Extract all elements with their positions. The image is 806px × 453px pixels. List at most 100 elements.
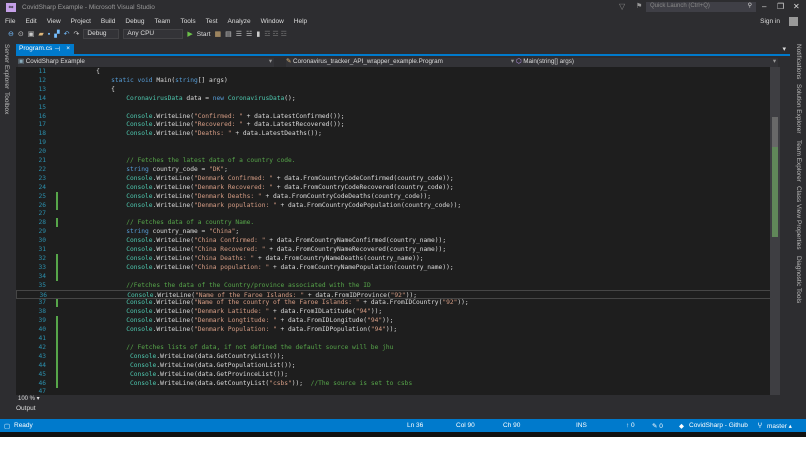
- zoom-level[interactable]: 100 %: [18, 396, 35, 402]
- menu-test[interactable]: Test: [201, 18, 223, 25]
- close-tab-icon[interactable]: ×: [66, 45, 70, 52]
- notifications-tab[interactable]: Notifications: [795, 44, 802, 79]
- filter-icon[interactable]: ▽: [619, 2, 625, 11]
- menu-team[interactable]: Team: [150, 18, 176, 25]
- code-line[interactable]: 12 static void Main(string[] args): [16, 76, 780, 85]
- code-line[interactable]: 26 Console.WriteLine("Denmark population…: [16, 200, 780, 210]
- code-line[interactable]: 25 Console.WriteLine("Denmark Deaths: " …: [16, 191, 780, 201]
- save-icon[interactable]: ▪: [48, 31, 50, 38]
- undo-icon[interactable]: ↶: [64, 30, 70, 38]
- class-dropdown[interactable]: ✎ Coronavirus_tracker_API_wrapper_exampl…: [286, 58, 516, 67]
- code-line[interactable]: 34: [16, 271, 780, 281]
- forward-icon[interactable]: ⊙: [18, 30, 24, 38]
- save-all-icon[interactable]: ▞: [54, 30, 59, 38]
- code-line[interactable]: 31 Console.WriteLine("China Recovered: "…: [16, 245, 780, 254]
- code-line[interactable]: 21 // Fetches the latest data of a count…: [16, 156, 780, 165]
- code-line[interactable]: 45 Console.WriteLine(data.GetProvinceLis…: [16, 369, 780, 379]
- pin-icon[interactable]: ⊣: [54, 45, 60, 53]
- code-line[interactable]: 29 string country_name = "China";: [16, 227, 780, 236]
- account-icon[interactable]: [789, 17, 798, 26]
- sign-in-link[interactable]: Sign in: [760, 18, 780, 25]
- code-line[interactable]: 24 Console.WriteLine("Denmark Recovered:…: [16, 183, 780, 192]
- code-line[interactable]: 15: [16, 103, 780, 112]
- code-line[interactable]: 28 // Fetches data of a country Name.: [16, 218, 780, 228]
- class-view-tab[interactable]: Class View: [795, 186, 802, 218]
- output-tab[interactable]: Output: [16, 405, 36, 412]
- menu-edit[interactable]: Edit: [20, 18, 41, 25]
- code-line[interactable]: 20: [16, 147, 780, 156]
- code-line[interactable]: 14 CoronavirusData data = new Coronaviru…: [16, 94, 780, 103]
- member-dropdown[interactable]: ⬡ Main(string[] args) ▾: [516, 58, 778, 67]
- format-icon[interactable]: ▤: [225, 30, 232, 38]
- redo-icon[interactable]: ↷: [74, 30, 80, 38]
- comment-icon[interactable]: ☰: [236, 30, 242, 38]
- menu-analyze[interactable]: Analyze: [223, 18, 256, 25]
- menu-build[interactable]: Build: [96, 18, 120, 25]
- tab-program-cs[interactable]: Program.cs ⊣ ×: [16, 44, 74, 55]
- code-line[interactable]: 18 Console.WriteLine("Deaths: " + data.L…: [16, 129, 780, 138]
- team-explorer-tab[interactable]: Team Explorer: [795, 140, 802, 182]
- restore-button[interactable]: ❐: [777, 2, 784, 11]
- code-line[interactable]: 43 Console.WriteLine(data.GetCountryList…: [16, 351, 780, 361]
- code-line[interactable]: 38 Console.WriteLine("Denmark Latitude: …: [16, 307, 780, 316]
- back-icon[interactable]: ⊖: [8, 30, 14, 38]
- code-line[interactable]: 41: [16, 334, 780, 343]
- browse-icon[interactable]: ▦: [215, 30, 222, 38]
- pending-changes[interactable]: ✎ 0: [652, 422, 663, 430]
- code-line[interactable]: 44 Console.WriteLine(data.GetPopulationL…: [16, 360, 780, 370]
- code-line[interactable]: 27: [16, 209, 780, 218]
- quick-launch-input[interactable]: Quick Launch (Ctrl+Q) ⚲: [646, 2, 756, 12]
- project-dropdown[interactable]: ▣ CovidSharp Example ▾: [18, 58, 274, 67]
- code-line[interactable]: 37 Console.WriteLine("Name of the countr…: [16, 298, 780, 308]
- code-line[interactable]: 42 // Fetches lists of data, if not defi…: [16, 342, 780, 352]
- code-line[interactable]: 47: [16, 387, 780, 395]
- quick-launch-placeholder: Quick Launch (Ctrl+Q): [650, 3, 710, 9]
- menu-tools[interactable]: Tools: [175, 18, 200, 25]
- vertical-scrollbar[interactable]: [770, 67, 780, 395]
- branch-name[interactable]: master ▴: [767, 422, 792, 430]
- configuration-select[interactable]: Debug: [83, 29, 120, 39]
- toolbox-tab[interactable]: Toolbox: [3, 92, 10, 114]
- open-icon[interactable]: ▰: [38, 30, 43, 38]
- code-line[interactable]: 17 Console.WriteLine("Recovered: " + dat…: [16, 120, 780, 129]
- bookmark-nav-icon[interactable]: ☲ ☲ ☲: [264, 30, 287, 38]
- code-line[interactable]: 35 //Fetches the data of the Country/pro…: [16, 281, 780, 290]
- code-line[interactable]: 22 string country_code = "DK";: [16, 165, 780, 174]
- code-line[interactable]: 33 Console.WriteLine("China population: …: [16, 262, 780, 272]
- menu-window[interactable]: Window: [256, 18, 289, 25]
- code-line[interactable]: 23 Console.WriteLine("Denmark Confirmed:…: [16, 174, 780, 183]
- start-icon[interactable]: ▶: [187, 30, 192, 38]
- repository-name[interactable]: CovidSharp - Github: [689, 422, 748, 429]
- code-line[interactable]: 40 Console.WriteLine("Denmark Population…: [16, 325, 780, 335]
- solution-explorer-tab[interactable]: Solution Explorer: [795, 84, 802, 134]
- menu-help[interactable]: Help: [289, 18, 312, 25]
- code-line[interactable]: 32 Console.WriteLine("China Deaths: " + …: [16, 253, 780, 263]
- tab-dropdown-icon[interactable]: ▾: [782, 45, 786, 53]
- code-line[interactable]: 36 Console.WriteLine("Name of the Faroe …: [16, 289, 780, 299]
- line-number: 14: [38, 94, 46, 102]
- bookmark-icon[interactable]: ▮: [256, 30, 260, 38]
- menu-view[interactable]: View: [42, 18, 66, 25]
- unpushed-commits[interactable]: ↑ 0: [626, 422, 635, 429]
- menu-project[interactable]: Project: [66, 18, 96, 25]
- menu-debug[interactable]: Debug: [120, 18, 149, 25]
- code-editor[interactable]: 47 46 Console.WriteLine(data.GetCountyLis…: [16, 67, 780, 395]
- code-line[interactable]: 16 Console.WriteLine("Confirmed: " + dat…: [16, 112, 780, 121]
- close-button[interactable]: ✕: [793, 2, 800, 11]
- code-line[interactable]: 39 Console.WriteLine("Denmark Longtitude…: [16, 316, 780, 326]
- uncomment-icon[interactable]: ☱: [246, 30, 252, 38]
- server-explorer-tab[interactable]: Server Explorer: [3, 44, 10, 89]
- new-project-icon[interactable]: ▣: [28, 30, 35, 38]
- menu-file[interactable]: File: [0, 18, 20, 25]
- platform-select[interactable]: Any CPU: [123, 29, 184, 39]
- feedback-icon[interactable]: ⚑: [636, 2, 642, 10]
- code-line[interactable]: 46 Console.WriteLine(data.GetCountyList(…: [16, 378, 780, 388]
- code-line[interactable]: 19: [16, 138, 780, 147]
- code-line[interactable]: 13 {: [16, 85, 780, 94]
- minimize-button[interactable]: –: [762, 2, 766, 11]
- properties-tab[interactable]: Properties: [795, 220, 802, 250]
- code-line[interactable]: 30 Console.WriteLine("China Confirmed: "…: [16, 236, 780, 245]
- code-line[interactable]: 11 {: [16, 67, 780, 76]
- diagnostic-tools-tab[interactable]: Diagnostic Tools: [795, 256, 802, 303]
- start-button[interactable]: Start: [197, 31, 211, 38]
